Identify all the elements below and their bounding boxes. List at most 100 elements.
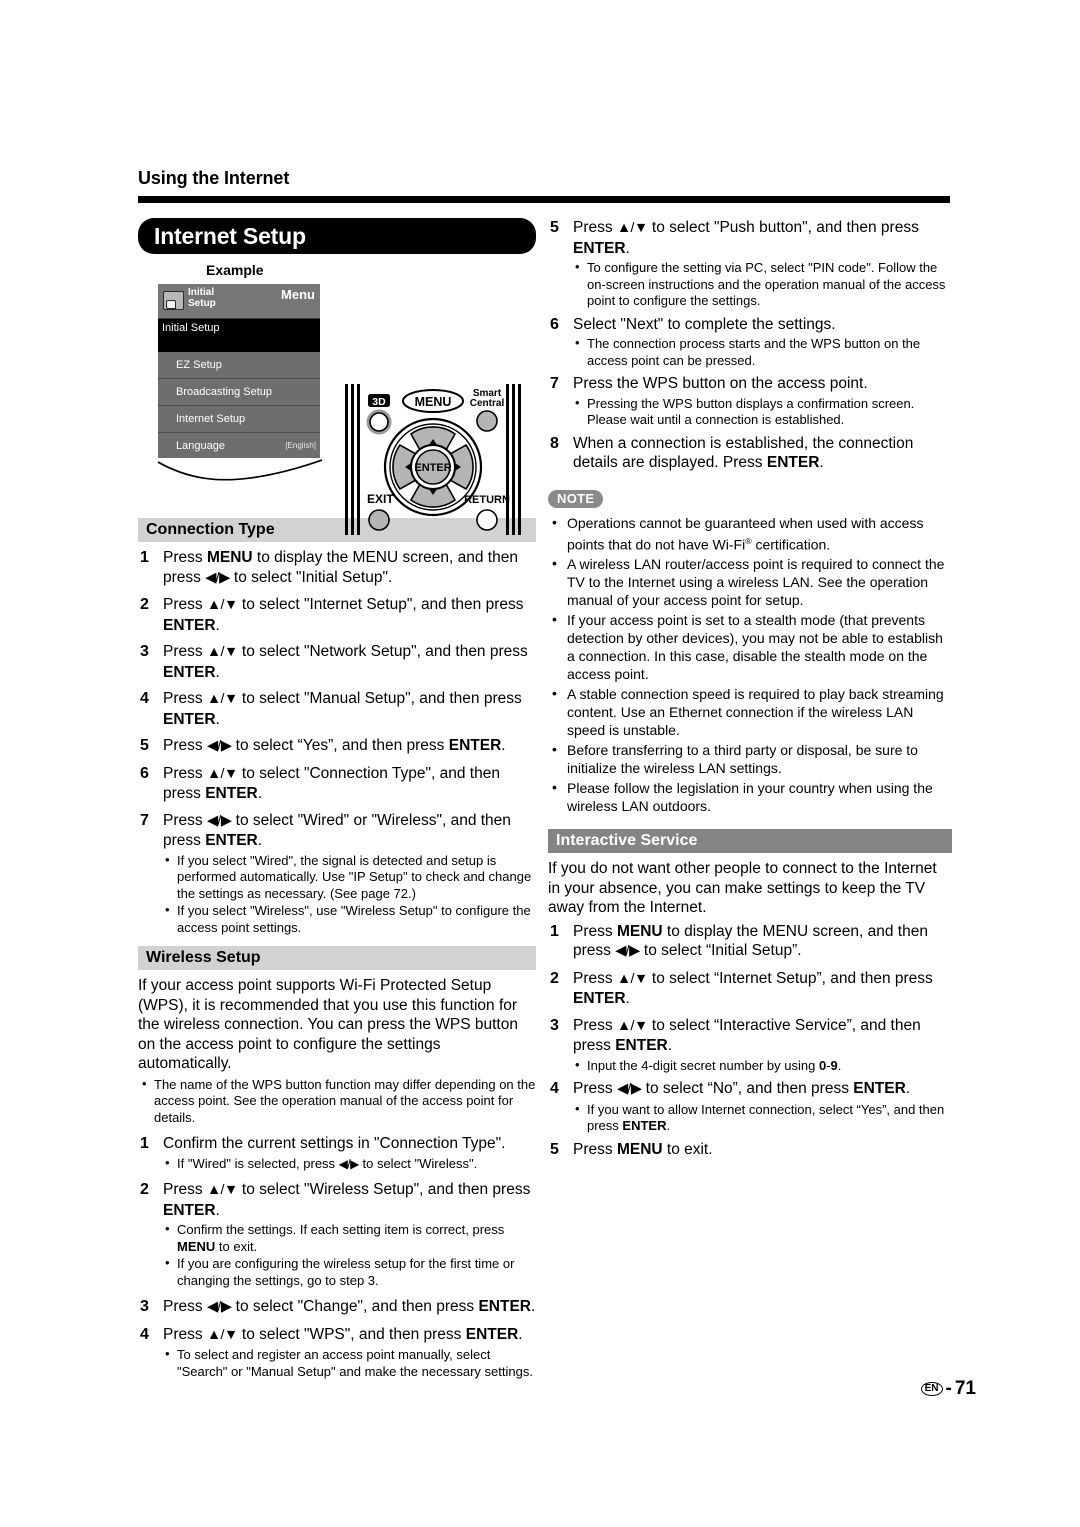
remote-3d-label: 3D — [372, 396, 386, 408]
tv-menu-item-language[interactable]: Language [English] — [158, 433, 320, 460]
step-text: Press ▲/▼ to select “Interactive Service… — [573, 1016, 921, 1055]
note-badge: NOTE — [548, 489, 604, 508]
bullet-list: If "Wired" is selected, press ◀/▶ to sel… — [163, 1155, 536, 1173]
tv-menu-label: Menu — [281, 287, 315, 302]
step: 5 Press ▲/▼ to select "Push button", and… — [548, 218, 952, 258]
step-number: 3 — [140, 1298, 149, 1315]
step: 2 Press ▲/▼ to select “Internet Setup”, … — [548, 969, 952, 1009]
step-number: 4 — [550, 1080, 559, 1098]
bullet-list: Pressing the WPS button displays a confi… — [573, 395, 952, 429]
step-text: Press the WPS button on the access point… — [573, 375, 868, 392]
step: 6 Select "Next" to complete the settings… — [548, 315, 952, 335]
tv-menu-header-title-line1: Initial — [188, 287, 215, 298]
example-label: Example — [206, 262, 264, 278]
bullet-item: Pressing the WPS button displays a confi… — [573, 395, 952, 429]
step-number: 4 — [140, 690, 149, 707]
step: 5 Press MENU to exit. — [548, 1140, 952, 1160]
bullet-item: The name of the WPS button function may … — [140, 1076, 536, 1127]
step-number: 2 — [140, 1181, 149, 1198]
example-figure: Example Initial Setup Menu Initial Setup… — [138, 262, 536, 535]
step-number: 2 — [550, 969, 559, 987]
bullet-list: The connection process starts and the WP… — [573, 335, 952, 369]
bullet-item: To select and register an access point m… — [163, 1346, 536, 1380]
step: 6 Press ▲/▼ to select "Connection Type",… — [138, 764, 536, 804]
tv-menu-item-label: EZ Setup — [176, 359, 222, 371]
language-badge: EN — [920, 1382, 943, 1396]
note-bullet-list: Operations cannot be guaranteed when use… — [550, 513, 952, 816]
bullet-item: A stable connection speed is required to… — [550, 684, 952, 739]
bullet-list: To configure the setting via PC, select … — [573, 259, 952, 310]
step-number: 3 — [140, 643, 149, 660]
remote-exit-label: EXIT — [367, 492, 394, 506]
step-number: 1 — [550, 922, 559, 940]
step-number: 6 — [140, 764, 149, 782]
step-number: 5 — [550, 219, 559, 236]
bullet-list: If you select "Wired", the signal is det… — [163, 852, 536, 937]
tv-menu-section-title: Initial Setup — [158, 319, 320, 352]
right-column: 5 Press ▲/▼ to select "Push button", and… — [548, 218, 952, 1166]
step-number: 3 — [550, 1016, 559, 1034]
bullet-item: Please follow the legislation in your co… — [550, 778, 952, 815]
tv-menu-item-value: [English] — [285, 441, 316, 450]
step: 1 Confirm the current settings in "Conne… — [138, 1134, 536, 1154]
tv-menu-item-label: Language — [176, 440, 225, 452]
page-title: Internet Setup — [138, 218, 536, 254]
bullet-item: If "Wired" is selected, press ◀/▶ to sel… — [163, 1155, 536, 1173]
step-number: 7 — [140, 811, 149, 829]
tv-menu-item-broadcasting-setup[interactable]: Broadcasting Setup — [158, 379, 320, 406]
manual-page: Using the Internet Internet Setup Exampl… — [0, 0, 1080, 1527]
step-text: Press MENU to display the MENU screen, a… — [573, 922, 928, 960]
tv-menu-item-ez-setup[interactable]: EZ Setup — [158, 352, 320, 379]
step: 5 Press ◀/▶ to select “Yes”, and then pr… — [138, 736, 536, 757]
bullet-item: If your access point is set to a stealth… — [550, 610, 952, 683]
step-text: Press MENU to exit. — [573, 1140, 713, 1158]
section-heading-interactive-service: Interactive Service — [548, 829, 952, 854]
bullet-list: Confirm the settings. If each setting it… — [163, 1221, 536, 1289]
tv-menu-item-internet-setup[interactable]: Internet Setup — [158, 406, 320, 433]
remote-return-label: RETURN — [464, 494, 510, 506]
bullet-item: Confirm the settings. If each setting it… — [163, 1221, 536, 1255]
remote-smart-label-line2: Central — [470, 398, 505, 409]
bullet-list: If you want to allow Internet connection… — [573, 1101, 952, 1135]
step: 2 Press ▲/▼ to select "Wireless Setup", … — [138, 1180, 536, 1220]
left-column: Internet Setup Example Initial Setup Men… — [138, 218, 536, 1381]
step-text: Press ◀/▶ to select "Wired" or "Wireless… — [163, 811, 511, 850]
step-number: 2 — [140, 596, 149, 613]
remote-menu-label: MENU — [415, 395, 452, 409]
tv-menu-header-title-line2: Setup — [188, 298, 216, 309]
page-footer: EN - 71 — [920, 1378, 976, 1400]
torn-edge-graphic — [157, 458, 323, 481]
step: 4 Press ▲/▼ to select "Manual Setup", an… — [138, 689, 536, 729]
step-text: Press ▲/▼ to select "Internet Setup", an… — [163, 596, 524, 634]
bullet-item: If you want to allow Internet connection… — [573, 1101, 952, 1135]
step-number: 1 — [140, 1135, 149, 1152]
bullet-item: Before transferring to a third party or … — [550, 740, 952, 777]
page-number: 71 — [954, 1378, 976, 1399]
bullet-item: To configure the setting via PC, select … — [573, 259, 952, 310]
remote-enter-label: ENTER — [414, 462, 451, 474]
step-text: Press ▲/▼ to select “Internet Setup”, an… — [573, 969, 933, 1008]
remote-control-diagram: ENTER MENU 3D Smart Central EXIT RETURN — [345, 384, 521, 535]
step: 7 Press the WPS button on the access poi… — [548, 374, 952, 394]
step-text: Press ◀/▶ to select “Yes”, and then pres… — [163, 737, 506, 754]
tv-menu-item-label: Broadcasting Setup — [176, 386, 273, 398]
bullet-list: Input the 4-digit secret number by using… — [573, 1057, 952, 1075]
step: 1 Press MENU to display the MENU screen,… — [548, 922, 952, 962]
step: 4 Press ◀/▶ to select “No”, and then pre… — [548, 1079, 952, 1100]
section-heading-wireless-setup: Wireless Setup — [138, 946, 536, 970]
step-text: When a connection is established, the co… — [573, 434, 914, 472]
wireless-setup-intro: If your access point supports Wi-Fi Prot… — [138, 977, 518, 1072]
step: 4 Press ▲/▼ to select "WPS", and then pr… — [138, 1325, 536, 1346]
step-number: 5 — [550, 1140, 559, 1158]
step-number: 4 — [140, 1325, 149, 1343]
bullet-item: The connection process starts and the WP… — [573, 335, 952, 369]
step-text: Press ▲/▼ to select "Wireless Setup", an… — [163, 1181, 531, 1219]
step-text: Press ▲/▼ to select "Network Setup", and… — [163, 643, 528, 681]
step: 3 Press ▲/▼ to select “Interactive Servi… — [548, 1016, 952, 1056]
step-text: Select "Next" to complete the settings. — [573, 315, 836, 333]
bullet-item: If you select "Wireless", use "Wireless … — [163, 902, 536, 936]
step: 8 When a connection is established, the … — [548, 434, 952, 473]
bullet-list: The name of the WPS button function may … — [140, 1076, 536, 1127]
tv-menu-header: Initial Setup Menu — [158, 284, 320, 319]
step-text: Press ◀/▶ to select “No”, and then press… — [573, 1080, 911, 1098]
